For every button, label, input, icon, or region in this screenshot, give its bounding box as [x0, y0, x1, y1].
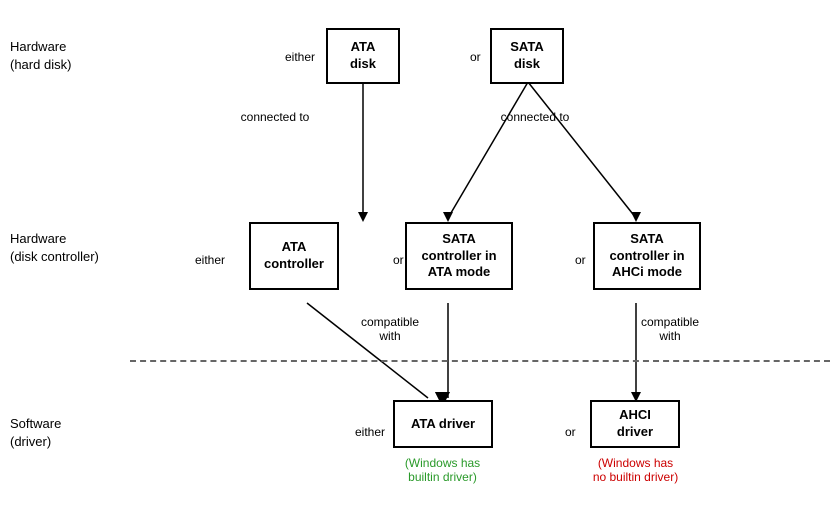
- label-connected-to-2: connected to: [490, 110, 580, 124]
- dashed-divider: [130, 360, 830, 362]
- label-either-1: either: [285, 50, 315, 64]
- label-hardware-hd: Hardware(hard disk): [10, 38, 71, 74]
- label-hardware-dc: Hardware(disk controller): [10, 230, 99, 266]
- diagram: Hardware(hard disk) Hardware(disk contro…: [0, 0, 839, 515]
- box-ahci-driver: AHCIdriver: [590, 400, 680, 448]
- label-software-drv: Software(driver): [10, 415, 61, 451]
- label-either-3: either: [355, 425, 385, 439]
- label-or-2: or: [393, 253, 404, 267]
- box-ata-driver: ATA driver: [393, 400, 493, 448]
- box-sata-controller-ata: SATAcontroller inATA mode: [405, 222, 513, 290]
- note-ata: (Windows hasbuiltin driver): [385, 456, 500, 484]
- box-sata-disk: SATAdisk: [490, 28, 564, 84]
- label-or-3: or: [575, 253, 586, 267]
- label-connected-to-1: connected to: [230, 110, 320, 124]
- label-or-1: or: [470, 50, 481, 64]
- label-or-4: or: [565, 425, 576, 439]
- box-ata-disk: ATAdisk: [326, 28, 400, 84]
- note-ahci: (Windows hasno builtin driver): [578, 456, 693, 484]
- label-compatible-with-2: compatiblewith: [630, 315, 710, 343]
- label-compatible-with-1: compatiblewith: [350, 315, 430, 343]
- label-either-2: either: [195, 253, 225, 267]
- box-sata-controller-ahci: SATAcontroller inAHCi mode: [593, 222, 701, 290]
- box-ata-controller: ATAcontroller: [249, 222, 339, 290]
